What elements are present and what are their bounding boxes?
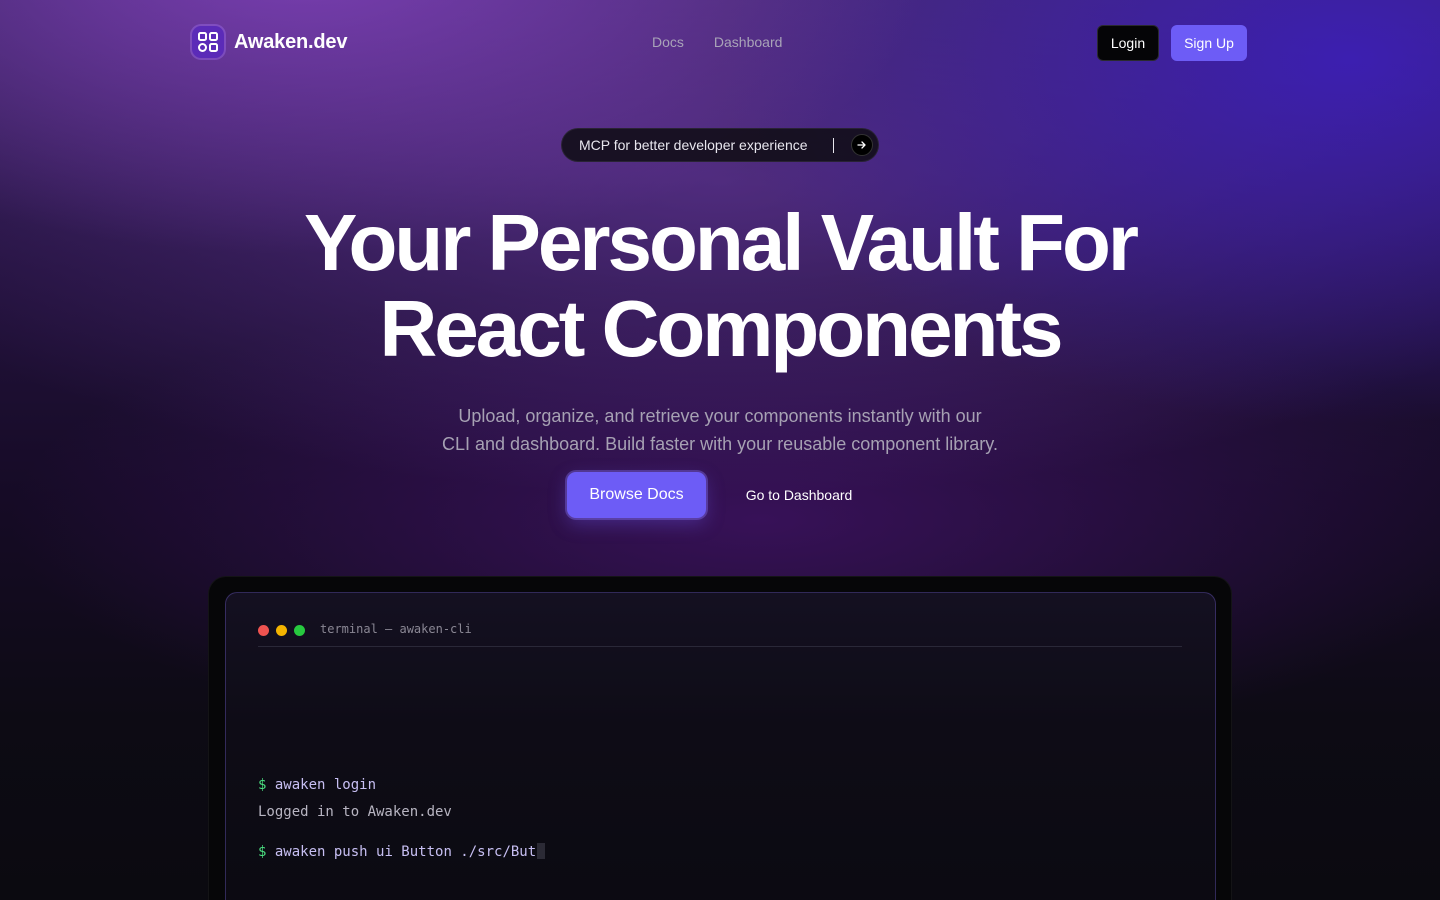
top-nav: Awaken.dev Docs Dashboard Login Sign Up (0, 0, 1440, 86)
announcement-text: MCP for better developer experience (579, 137, 808, 153)
terminal-output: Logged in to Awaken.dev (258, 804, 452, 820)
terminal-prompt: $ (258, 777, 267, 793)
landing-page: Awaken.dev Docs Dashboard Login Sign Up … (0, 0, 1440, 900)
browse-docs-button[interactable]: Browse Docs (567, 472, 706, 518)
hero-subtitle: Upload, organize, and retrieve your comp… (0, 402, 1440, 458)
signup-button[interactable]: Sign Up (1171, 25, 1247, 61)
go-to-dashboard-button[interactable]: Go to Dashboard (730, 472, 868, 518)
terminal-line: $ awaken push ui Button ./src/But (258, 843, 546, 860)
arrow-right-icon[interactable] (851, 134, 873, 156)
close-dot-icon (258, 625, 269, 636)
login-button[interactable]: Login (1097, 25, 1159, 61)
hero-subtitle-line-1: Upload, organize, and retrieve your comp… (458, 406, 982, 426)
announcement-pill[interactable]: MCP for better developer experience (561, 128, 879, 162)
hero-subtitle-line-2: CLI and dashboard. Build faster with you… (442, 434, 998, 454)
maximize-dot-icon (294, 625, 305, 636)
brand-name: Awaken.dev (234, 30, 348, 53)
hero-title-line-1: Your Personal Vault For (304, 198, 1139, 287)
terminal-title-bar: terminal — awaken-cli (258, 620, 1182, 647)
terminal-prompt: $ (258, 844, 267, 860)
terminal-command: awaken push ui Button ./src/But (274, 844, 537, 860)
nav-links: Docs Dashboard (652, 34, 782, 50)
nav-link-docs[interactable]: Docs (652, 34, 684, 50)
hero-title-line-2: React Components (379, 284, 1064, 373)
nav-link-dashboard[interactable]: Dashboard (714, 34, 783, 50)
terminal-title: terminal — awaken-cli (320, 622, 472, 636)
terminal-command: awaken login (274, 777, 377, 793)
logo-icon (192, 26, 224, 58)
text-cursor (537, 843, 546, 859)
brand[interactable]: Awaken.dev (192, 26, 347, 58)
hero-title: Your Personal Vault For React Components (0, 200, 1440, 372)
announcement-divider (833, 138, 834, 153)
minimize-dot-icon (276, 625, 287, 636)
terminal-line: $ awaken login (258, 777, 376, 793)
